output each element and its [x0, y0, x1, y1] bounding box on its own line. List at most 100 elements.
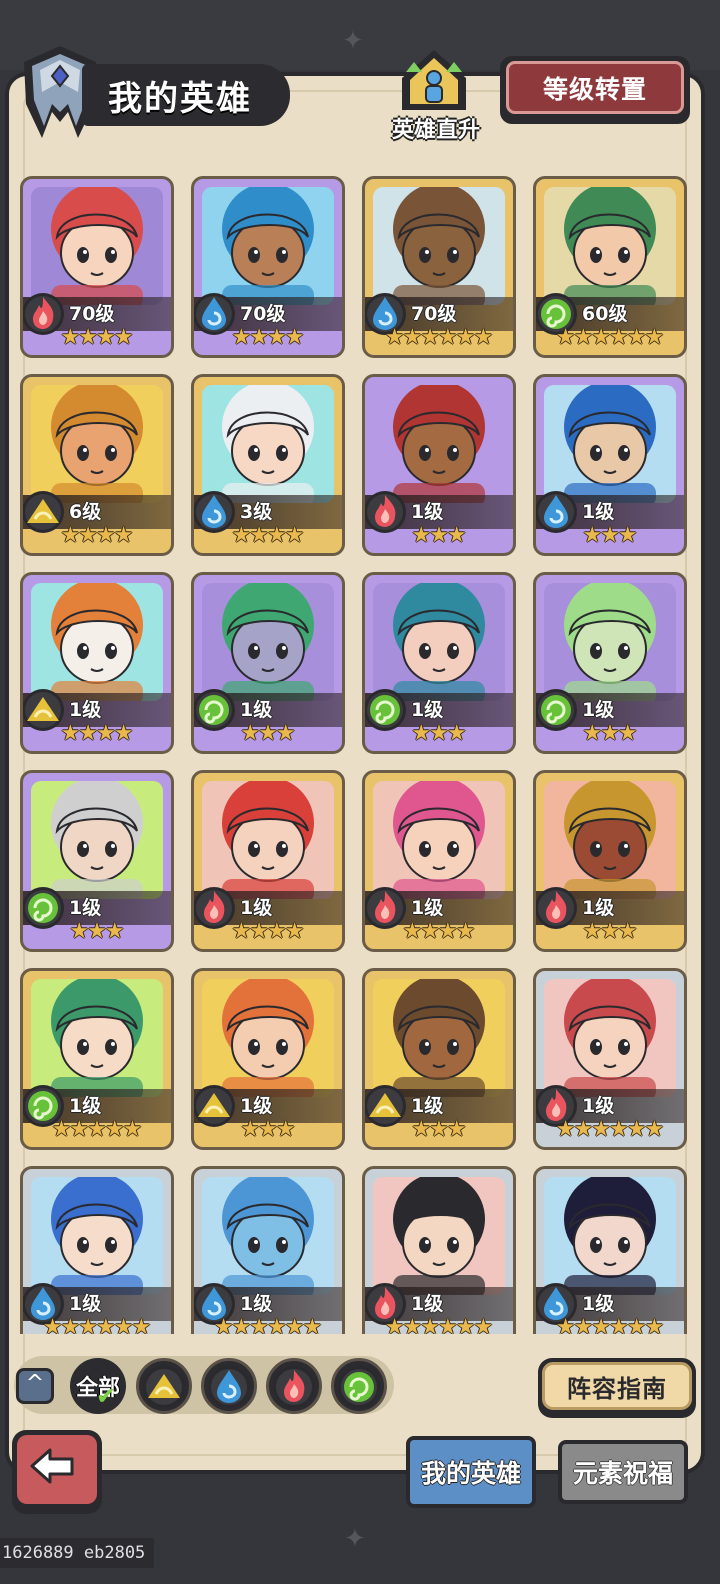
hero-portrait [31, 187, 163, 305]
star-icon: ★ [113, 325, 134, 350]
hero-card[interactable]: 70级 ★ ★ ★ ★ ★ ★ [362, 176, 516, 358]
hero-stars: ★ ★ ★ ★ [194, 325, 342, 351]
hero-card[interactable]: 3级 ★ ★ ★ ★ [191, 374, 345, 556]
hero-portrait [373, 385, 505, 503]
hero-portrait [31, 583, 163, 701]
filter-water[interactable] [201, 1358, 257, 1414]
star-icon: ★ [644, 325, 665, 350]
hero-portrait [544, 781, 676, 899]
hero-stars: ★ ★ ★ ★ ★ ★ [536, 325, 684, 351]
hero-card[interactable]: 1级 ★ ★ ★ [362, 374, 516, 556]
star-icon: ★ [644, 1315, 665, 1335]
decor-star-icon: ✦ [344, 1524, 366, 1554]
lineup-guide-button[interactable]: 阵容指南 [538, 1358, 696, 1418]
hero-card[interactable]: 1级 ★ ★ ★ ★ ★ ★ [191, 1166, 345, 1334]
decor-star-icon: ✦ [342, 26, 364, 56]
hero-stars: ★ ★ ★ ★ ★ ★ [536, 1315, 684, 1335]
star-icon: ★ [446, 721, 467, 746]
hero-card[interactable]: 1级 ★ ★ ★ ★ ★ ★ [533, 968, 687, 1150]
fire-element-icon [270, 1362, 318, 1414]
star-icon: ★ [131, 1315, 152, 1335]
hero-rise-label[interactable]: 英雄直升 [378, 112, 494, 144]
hero-card[interactable]: 1级 ★ ★ ★ [533, 572, 687, 754]
hero-stars: ★ ★ ★ ★ ★ [23, 1117, 171, 1143]
hero-stars: ★ ★ ★ ★ [365, 919, 513, 945]
tab-element-blessing[interactable]: 元素祝福 [558, 1440, 688, 1504]
star-icon: ★ [284, 919, 305, 944]
star-icon: ★ [473, 1315, 494, 1335]
hero-card[interactable]: 1级 ★ ★ ★ [20, 770, 174, 952]
hero-card[interactable]: 1级 ★ ★ ★ [191, 968, 345, 1150]
hero-card[interactable]: 1级 ★ ★ ★ [362, 572, 516, 754]
hero-stars: ★ ★ ★ [194, 1117, 342, 1143]
hero-grid: 70级 ★ ★ ★ ★ 70级 ★ ★ ★ ★ 70级 ★ ★ ★ ★ ★ ★ 60级 ★ ★ ★ ★ ★ ★ 6级 ★ ★ ★ ★ 3级… [20, 176, 696, 1334]
level-transfer-button[interactable]: 等级转置 [500, 56, 690, 124]
hero-portrait [202, 385, 334, 503]
page-title-ribbon: 我的英雄 [82, 64, 290, 126]
hero-stars: ★ ★ ★ ★ ★ ★ [23, 1315, 171, 1335]
hero-portrait [373, 187, 505, 305]
star-icon: ★ [104, 919, 125, 944]
hero-portrait [544, 979, 676, 1097]
hero-portrait [202, 187, 334, 305]
hero-stars: ★ ★ ★ ★ ★ ★ [365, 325, 513, 351]
hero-card[interactable]: 1级 ★ ★ ★ ★ ★ ★ [533, 1166, 687, 1334]
tab-my-heroes[interactable]: 我的英雄 [406, 1436, 536, 1508]
hero-stars: ★ ★ ★ ★ ★ ★ [365, 1315, 513, 1335]
back-button[interactable] [12, 1430, 102, 1514]
hero-rise-icon[interactable] [392, 48, 476, 116]
hero-portrait [373, 583, 505, 701]
hero-portrait [202, 781, 334, 899]
hero-stars: ★ ★ ★ [365, 721, 513, 747]
hero-portrait [31, 979, 163, 1097]
hero-stars: ★ ★ ★ [536, 523, 684, 549]
earth-element-icon [140, 1362, 188, 1414]
hero-portrait [373, 979, 505, 1097]
hero-card[interactable]: 70级 ★ ★ ★ ★ [191, 176, 345, 358]
hero-card[interactable]: 1级 ★ ★ ★ [533, 374, 687, 556]
filter-fire[interactable] [266, 1358, 322, 1414]
star-icon: ★ [284, 325, 305, 350]
star-icon: ★ [284, 523, 305, 548]
hero-card[interactable]: 1级 ★ ★ ★ ★ [20, 572, 174, 754]
hero-stars: ★ ★ ★ ★ [194, 523, 342, 549]
hero-portrait [373, 781, 505, 899]
hero-stars: ★ ★ ★ ★ [194, 919, 342, 945]
star-icon: ★ [446, 1117, 467, 1142]
hero-stars: ★ ★ ★ [194, 721, 342, 747]
star-icon: ★ [275, 1117, 296, 1142]
hero-portrait [373, 1177, 505, 1295]
star-icon: ★ [617, 523, 638, 548]
hero-card[interactable]: 1级 ★ ★ ★ ★ [362, 770, 516, 952]
hero-stars: ★ ★ ★ [536, 919, 684, 945]
hero-card[interactable]: 1级 ★ ★ ★ ★ ★ ★ [20, 1166, 174, 1334]
hero-portrait [31, 385, 163, 503]
star-icon: ★ [113, 523, 134, 548]
filter-earth[interactable] [136, 1358, 192, 1414]
hero-stars: ★ ★ ★ ★ [23, 523, 171, 549]
hero-card[interactable]: 1级 ★ ★ ★ ★ ★ [20, 968, 174, 1150]
star-icon: ★ [446, 523, 467, 548]
hero-portrait [544, 583, 676, 701]
footer-id: 1626889 eb2805 [0, 1538, 154, 1568]
lineup-guide-label: 阵容指南 [542, 1362, 692, 1410]
hero-card[interactable]: 1级 ★ ★ ★ ★ [191, 770, 345, 952]
water-element-icon [205, 1362, 253, 1414]
hero-stars: ★ ★ ★ ★ [23, 721, 171, 747]
hero-card[interactable]: 70级 ★ ★ ★ ★ [20, 176, 174, 358]
hero-portrait [544, 187, 676, 305]
hero-card[interactable]: 1级 ★ ★ ★ ★ ★ ★ [362, 1166, 516, 1334]
hero-card[interactable]: 1级 ★ ★ ★ [191, 572, 345, 754]
hero-card[interactable]: 60级 ★ ★ ★ ★ ★ ★ [533, 176, 687, 358]
hero-portrait [202, 979, 334, 1097]
filter-wind[interactable] [331, 1358, 387, 1414]
hero-card[interactable]: 6级 ★ ★ ★ ★ [20, 374, 174, 556]
star-icon: ★ [113, 721, 134, 746]
collapse-button[interactable]: ^ [16, 1368, 54, 1404]
hero-card[interactable]: 1级 ★ ★ ★ [533, 770, 687, 952]
star-icon: ★ [617, 919, 638, 944]
back-arrow-icon [30, 1448, 74, 1484]
hero-card[interactable]: 1级 ★ ★ ★ [362, 968, 516, 1150]
hero-stars: ★ ★ ★ ★ [23, 325, 171, 351]
star-icon: ★ [617, 721, 638, 746]
